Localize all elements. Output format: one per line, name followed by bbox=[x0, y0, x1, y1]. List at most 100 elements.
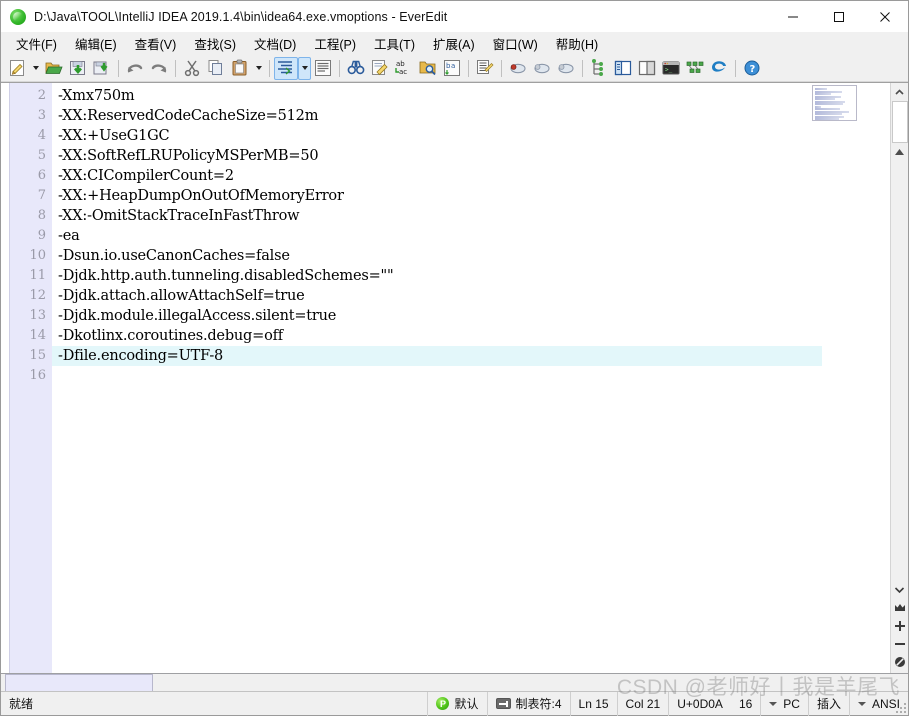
bookmark-gutter[interactable] bbox=[1, 83, 10, 673]
svg-text:>_: >_ bbox=[665, 67, 673, 74]
doc-tab-vmoptions[interactable] bbox=[5, 674, 153, 691]
status-bytes: 16 bbox=[731, 691, 762, 716]
zoom-in-plus-icon[interactable] bbox=[891, 617, 909, 635]
syntax-green-icon: P bbox=[436, 697, 450, 710]
code-line[interactable]: -Djdk.attach.allowAttachSelf=true bbox=[52, 286, 890, 306]
code-line[interactable]: -Dsun.io.useCanonCaches=false bbox=[52, 246, 890, 266]
code-line[interactable] bbox=[52, 366, 890, 386]
code-line[interactable]: -XX:+HeapDumpOnOutOfMemoryError bbox=[52, 186, 890, 206]
line-number: 12 bbox=[29, 288, 46, 303]
code-line[interactable]: -XX:+UseG1GC bbox=[52, 126, 890, 146]
line-number: 11 bbox=[29, 268, 46, 283]
status-eol[interactable]: PC bbox=[761, 691, 809, 716]
menu-help[interactable]: 帮助(H) bbox=[547, 32, 607, 56]
everedit-window: D:\Java\TOOL\IntelliJ IDEA 2019.1.4\bin\… bbox=[0, 0, 909, 716]
find-replace-abc-icon[interactable]: ab ac bbox=[392, 57, 416, 80]
find-binoculars-icon[interactable] bbox=[344, 57, 368, 80]
console-icon[interactable]: >_ bbox=[659, 57, 683, 80]
status-tabwidth[interactable]: 制表符:4 bbox=[488, 691, 571, 716]
zoom-out-minus-icon[interactable] bbox=[891, 635, 909, 653]
scrollbar-tool-buttons bbox=[891, 581, 909, 673]
menu-edit[interactable]: 编辑(E) bbox=[66, 32, 126, 56]
code-line[interactable]: -Xmx750m bbox=[52, 86, 890, 106]
code-line[interactable]: -ea bbox=[52, 226, 890, 246]
maximize-button[interactable] bbox=[816, 1, 862, 32]
scroll-up-button[interactable] bbox=[891, 83, 909, 101]
bookmark-next-icon[interactable] bbox=[554, 57, 578, 80]
find-in-files-icon[interactable] bbox=[416, 57, 440, 80]
cut-icon[interactable] bbox=[180, 57, 204, 80]
scroll-page-up-button[interactable] bbox=[891, 143, 909, 161]
code-line[interactable]: -Dkotlinx.coroutines.debug=off bbox=[52, 326, 890, 346]
eol-dropdown-icon bbox=[769, 701, 778, 706]
column-mode-icon[interactable] bbox=[473, 57, 497, 80]
open-folder-icon[interactable] bbox=[42, 57, 66, 80]
close-button[interactable] bbox=[862, 1, 908, 32]
code-line[interactable]: -Dfile.encoding=UTF-8 bbox=[52, 346, 822, 366]
menu-view[interactable]: 查看(V) bbox=[126, 32, 186, 56]
code-line[interactable]: -XX:SoftRefLRUPolicyMSPerMB=50 bbox=[52, 146, 890, 166]
minimize-button[interactable] bbox=[770, 1, 816, 32]
browser-icon[interactable] bbox=[707, 57, 731, 80]
window-controls bbox=[770, 1, 908, 32]
paste-icon[interactable] bbox=[228, 57, 252, 80]
menu-file[interactable]: 文件(F) bbox=[7, 32, 66, 56]
chevron-down-icon[interactable] bbox=[29, 57, 42, 80]
scrollbar-track[interactable] bbox=[890, 161, 908, 581]
encoding-dropdown-icon bbox=[857, 701, 866, 706]
code-line[interactable]: -Djdk.http.auth.tunneling.disabledScheme… bbox=[52, 266, 890, 286]
status-insert-mode[interactable]: 插入 bbox=[809, 691, 850, 716]
menu-document[interactable]: 文档(D) bbox=[245, 32, 305, 56]
menu-tools[interactable]: 工具(T) bbox=[365, 32, 424, 56]
bookmark-add-icon[interactable] bbox=[506, 57, 530, 80]
redo-icon[interactable] bbox=[147, 57, 171, 80]
indent-list-icon[interactable] bbox=[274, 56, 298, 80]
code-line[interactable]: -Djdk.module.illegalAccess.silent=true bbox=[52, 306, 890, 326]
bookmark-prev-icon[interactable] bbox=[530, 57, 554, 80]
code-text-area[interactable]: -Xmx750m -XX:ReservedCodeCacheSize=512m -X… bbox=[52, 83, 890, 673]
menu-extensions[interactable]: 扩展(A) bbox=[424, 32, 484, 56]
bookmark-icon[interactable] bbox=[891, 599, 909, 617]
code-line[interactable]: -XX:CICompilerCount=2 bbox=[52, 166, 890, 186]
resize-grip[interactable] bbox=[894, 701, 906, 713]
code-line[interactable]: -XX:ReservedCodeCacheSize=512m bbox=[52, 106, 890, 126]
svg-text:a: a bbox=[451, 62, 455, 70]
status-unicode: U+0D0A bbox=[677, 696, 723, 711]
svg-text:ab: ab bbox=[396, 60, 405, 68]
status-syntax[interactable]: P 默认 bbox=[428, 691, 488, 716]
scrollbar-thumb[interactable] bbox=[891, 101, 908, 143]
minimap-preview[interactable] bbox=[812, 85, 857, 121]
line-number: 6 bbox=[37, 168, 46, 183]
toolbar-separator bbox=[501, 59, 502, 77]
save-icon[interactable] bbox=[66, 57, 90, 80]
plugins-icon[interactable] bbox=[683, 57, 707, 80]
chevron-down-icon[interactable] bbox=[298, 56, 311, 80]
explorer-panel-icon[interactable] bbox=[611, 57, 635, 80]
sort-ba-icon[interactable]: ba bbox=[440, 57, 464, 80]
save-as-icon[interactable] bbox=[90, 57, 114, 80]
status-syntax-label: 默认 bbox=[454, 697, 479, 711]
status-line: Ln 15 bbox=[571, 691, 618, 716]
toolbar-separator bbox=[468, 59, 469, 77]
status-column: Col 21 bbox=[618, 691, 670, 716]
copy-icon[interactable] bbox=[204, 57, 228, 80]
new-file-icon[interactable] bbox=[5, 57, 29, 80]
everedit-logo-icon bbox=[10, 8, 26, 25]
zoom-reset-no-entry-icon[interactable] bbox=[891, 653, 909, 671]
split-panel-icon[interactable] bbox=[635, 57, 659, 80]
outline-tree-icon[interactable] bbox=[587, 57, 611, 80]
document-tab-strip bbox=[1, 673, 908, 691]
chevron-down-icon[interactable] bbox=[891, 581, 909, 599]
menu-window[interactable]: 窗口(W) bbox=[484, 32, 547, 56]
vertical-scrollbar[interactable] bbox=[890, 83, 908, 673]
status-spacer bbox=[331, 691, 429, 716]
toolbar-separator bbox=[175, 59, 176, 77]
replace-icon[interactable] bbox=[368, 57, 392, 80]
help-icon[interactable]: ? bbox=[740, 57, 764, 80]
chevron-down-icon[interactable] bbox=[252, 57, 265, 80]
code-line[interactable]: -XX:-OmitStackTraceInFastThrow bbox=[52, 206, 890, 226]
menu-project[interactable]: 工程(P) bbox=[305, 32, 365, 56]
undo-icon[interactable] bbox=[123, 57, 147, 80]
wrap-lines-icon[interactable] bbox=[311, 57, 335, 80]
menu-search[interactable]: 查找(S) bbox=[185, 32, 245, 56]
